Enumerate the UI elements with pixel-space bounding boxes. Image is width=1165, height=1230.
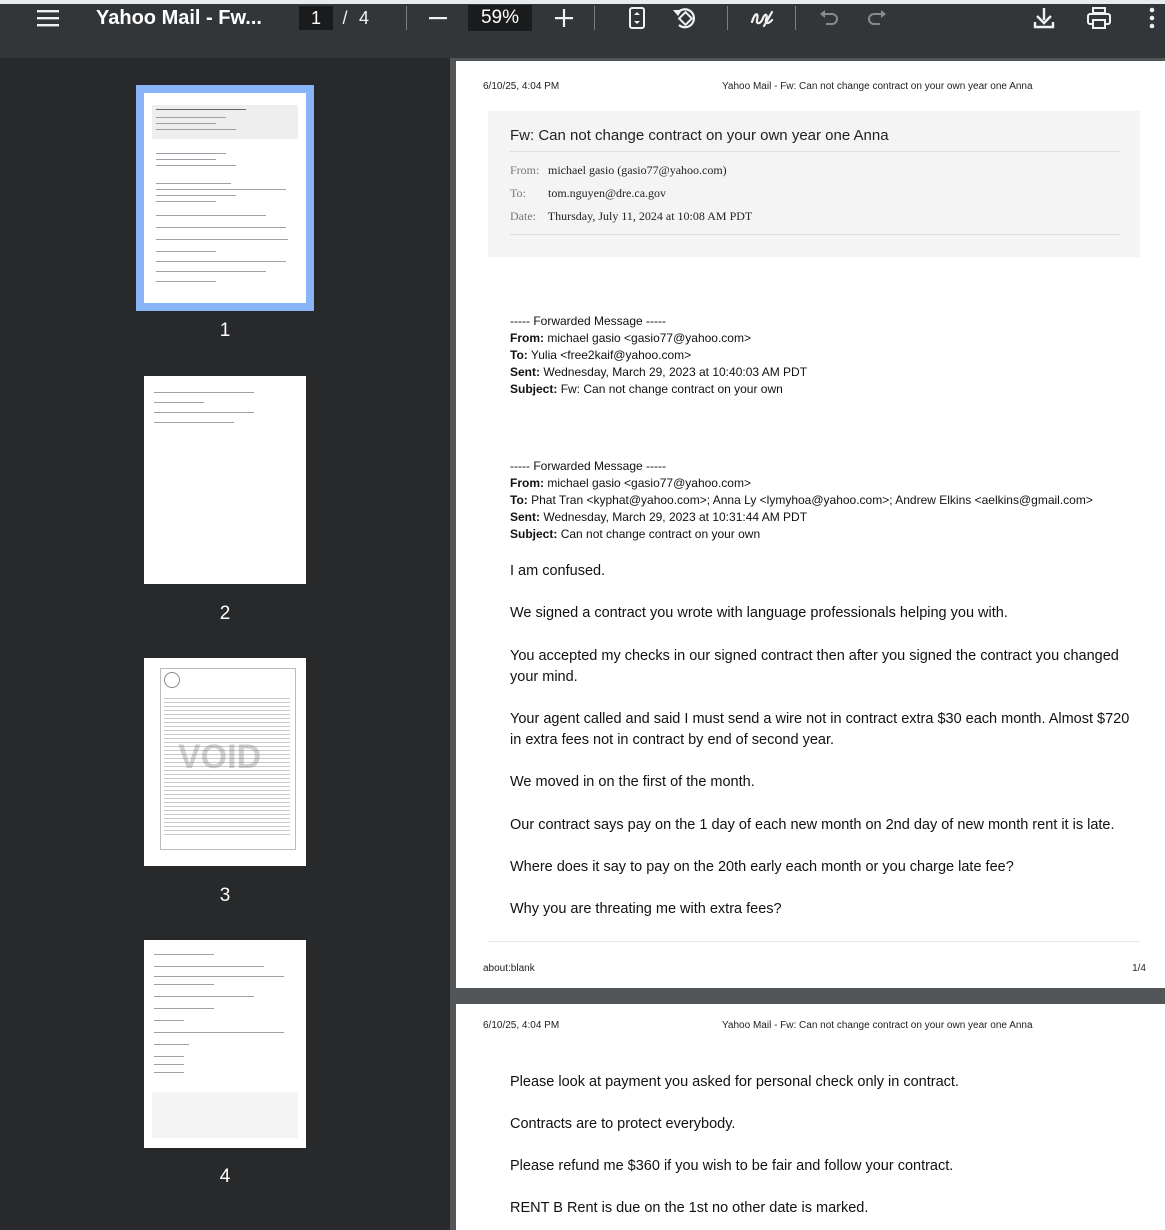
- thumbnail-sidebar: 1 2 VOID 3 4: [0, 58, 450, 1230]
- document-viewer[interactable]: 6/10/25, 4:04 PM Yahoo Mail - Fw: Can no…: [450, 58, 1165, 1230]
- body-paragraph: Please look at payment you asked for per…: [510, 1074, 959, 1090]
- to-label: To:: [510, 186, 526, 200]
- rotate-icon[interactable]: [670, 4, 700, 32]
- body-paragraph: RENT B Rent is due on the 1st no other d…: [510, 1200, 869, 1216]
- thumbnail-watermark: VOID: [178, 738, 262, 776]
- menu-icon[interactable]: [34, 4, 62, 32]
- email-header-card: Fw: Can not change contract on your own …: [488, 111, 1140, 257]
- pdf-page-1: 6/10/25, 4:04 PM Yahoo Mail - Fw: Can no…: [456, 61, 1165, 988]
- page-header-title: Yahoo Mail - Fw: Can not change contract…: [722, 1020, 1033, 1031]
- draw-annotation-icon[interactable]: [748, 4, 776, 32]
- page-thumbnail-1[interactable]: [136, 85, 314, 311]
- forward-from: From: michael gasio <gasio77@yahoo.com>: [510, 331, 751, 345]
- body-paragraph: I am confused.: [510, 563, 606, 579]
- redo-icon[interactable]: [864, 4, 890, 32]
- more-options-icon[interactable]: [1144, 4, 1160, 32]
- undo-icon[interactable]: [816, 4, 842, 32]
- toolbar-divider: [727, 6, 728, 30]
- body-paragraph: Your agent called and said I must send a…: [510, 711, 1130, 748]
- zoom-in-button[interactable]: [550, 4, 578, 32]
- toolbar-divider: [795, 6, 796, 30]
- email-date-row: Date: Thursday, July 11, 2024 at 10:08 A…: [510, 209, 752, 224]
- page-header-title: Yahoo Mail - Fw: Can not change contract…: [722, 81, 1033, 92]
- page-number-input[interactable]: 1: [299, 6, 333, 30]
- zoom-level-input[interactable]: 59%: [468, 5, 532, 31]
- fit-to-page-icon[interactable]: [624, 4, 650, 32]
- to-value: tom.nguyen@dre.ca.gov: [548, 186, 667, 200]
- page-header-date: 6/10/25, 4:04 PM: [483, 81, 560, 92]
- thumbnail-number-3: 3: [219, 885, 231, 906]
- toolbar-divider: [406, 6, 407, 30]
- pdf-toolbar: Yahoo Mail - Fw... 1 / 4 59%: [0, 0, 1165, 58]
- forwarded-message-2: ----- Forwarded Message ----- From: mich…: [510, 458, 1093, 543]
- page-separator: /: [342, 7, 348, 28]
- footer-divider: [488, 941, 1140, 942]
- page-thumbnail-4[interactable]: [144, 940, 306, 1148]
- email-to-row: To: tom.nguyen@dre.ca.gov: [510, 186, 666, 201]
- thumbnail-number-4: 4: [219, 1166, 231, 1187]
- email-subject: Fw: Can not change contract on your own …: [510, 127, 889, 144]
- page-footer-url: about:blank: [483, 963, 535, 974]
- thumbnail-number-2: 2: [219, 603, 231, 624]
- page-thumbnail-2[interactable]: [144, 376, 306, 584]
- body-paragraph: You accepted my checks in our signed con…: [510, 648, 1119, 685]
- from-label: From:: [510, 163, 540, 177]
- body-paragraph: Where does it say to pay on the 20th ear…: [510, 859, 1014, 875]
- email-from-row: From: michael gasio (gasio77@yahoo.com): [510, 163, 727, 178]
- page-footer-number: 1/4: [1132, 963, 1146, 974]
- print-icon[interactable]: [1084, 4, 1114, 32]
- toolbar-divider: [594, 6, 595, 30]
- body-paragraph: Our contract says pay on the 1 day of ea…: [510, 817, 1115, 833]
- date-value: Thursday, July 11, 2024 at 10:08 AM PDT: [547, 209, 753, 223]
- pdf-page-2: 6/10/25, 4:04 PM Yahoo Mail - Fw: Can no…: [456, 1004, 1165, 1230]
- forward-sent: Sent: Wednesday, March 29, 2023 at 10:40…: [510, 365, 808, 379]
- body-paragraph: Contracts are to protect everybody.: [510, 1116, 736, 1132]
- forwarded-message-1: ----- Forwarded Message ----- From: mich…: [510, 313, 807, 398]
- document-title: Yahoo Mail - Fw...: [96, 6, 262, 29]
- card-divider: [510, 234, 1120, 235]
- forward-sent: Sent: Wednesday, March 29, 2023 at 10:31…: [510, 510, 808, 524]
- forward-subject: Subject: Fw: Can not change contract on …: [510, 382, 783, 396]
- thumbnail-number-1: 1: [219, 320, 231, 341]
- body-paragraph: Why you are threating me with extra fees…: [510, 901, 782, 917]
- body-paragraph: We moved in on the first of the month.: [510, 774, 755, 790]
- card-divider: [510, 151, 1120, 152]
- forward-to: To: Phat Tran <kyphat@yahoo.com>; Anna L…: [510, 493, 1093, 507]
- body-paragraph: Please refund me $360 if you wish to be …: [510, 1158, 954, 1174]
- forward-subject: Subject: Can not change contract on your…: [510, 527, 761, 541]
- body-paragraph: We signed a contract you wrote with lang…: [510, 605, 1008, 621]
- download-icon[interactable]: [1030, 4, 1058, 32]
- page-total: 4: [358, 7, 369, 28]
- forward-from: From: michael gasio <gasio77@yahoo.com>: [510, 476, 751, 490]
- page-header-date: 6/10/25, 4:04 PM: [483, 1020, 560, 1031]
- forward-heading: ----- Forwarded Message -----: [510, 459, 667, 473]
- zoom-out-button[interactable]: [424, 4, 452, 32]
- date-label: Date:: [510, 209, 536, 223]
- forward-heading: ----- Forwarded Message -----: [510, 314, 667, 328]
- forward-to: To: Yulia <free2kaif@yahoo.com>: [510, 348, 692, 362]
- page-thumbnail-3[interactable]: VOID: [144, 658, 306, 866]
- from-value: michael gasio (gasio77@yahoo.com): [548, 163, 727, 177]
